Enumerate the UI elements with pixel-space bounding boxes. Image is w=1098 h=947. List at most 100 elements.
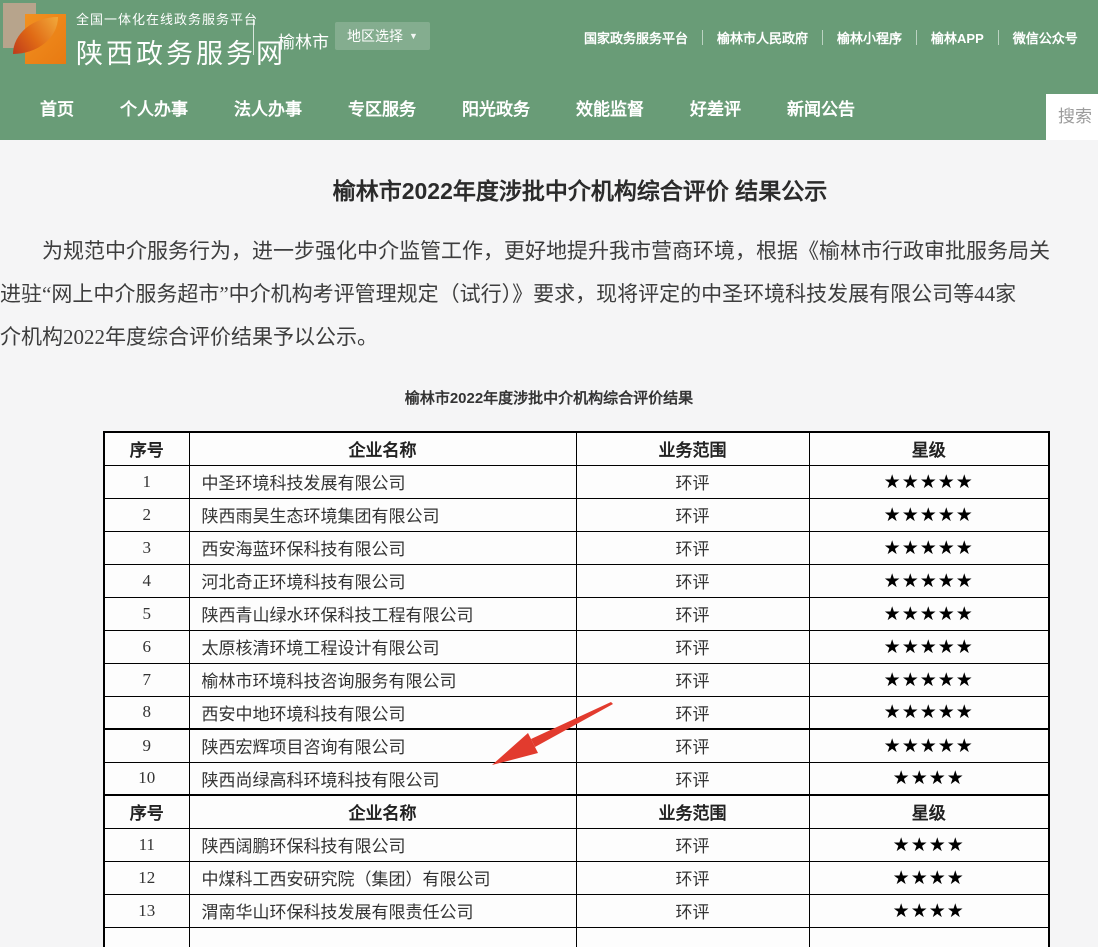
table-row: 9陕西宏辉项目咨询有限公司环评★★★★★ — [104, 729, 1049, 762]
current-city-label[interactable]: 榆林市 — [278, 28, 329, 53]
nav-item[interactable]: 个人办事 — [120, 95, 188, 120]
row-number-cell: 8 — [104, 696, 189, 729]
company-name-cell: 榆林市环境科技咨询服务有限公司 — [189, 663, 576, 696]
business-scope-cell: 环评 — [576, 597, 809, 630]
table-row: 7榆林市环境科技咨询服务有限公司环评★★★★★ — [104, 663, 1049, 696]
business-scope-cell: 环评 — [576, 531, 809, 564]
region-select-label: 地区选择 — [347, 26, 403, 46]
company-name-cell: 河北奇正环境科技有限公司 — [189, 564, 576, 597]
search-input[interactable] — [1046, 94, 1098, 140]
row-number-cell: 7 — [104, 663, 189, 696]
star-rating-cell: ★★★★★ — [809, 564, 1049, 597]
business-scope-cell: 环评 — [576, 861, 809, 894]
table-header-row: 序号企业名称业务范围星级 — [104, 795, 1049, 828]
row-number-cell: 1 — [104, 465, 189, 498]
nav-item[interactable]: 阳光政务 — [462, 95, 530, 120]
star-rating-cell: ★★★★ — [809, 762, 1049, 795]
table-row — [104, 927, 1049, 947]
star-rating-cell: ★★★★★ — [809, 531, 1049, 564]
header-link[interactable]: 榆林小程序 — [823, 28, 916, 47]
row-number-cell: 5 — [104, 597, 189, 630]
star-rating-cell: ★★★★★ — [809, 498, 1049, 531]
paragraph-line: 进驻“网上中介服务超市”中介机构考评管理规定（试行）》要求，现将评定的中圣环境科… — [0, 273, 1098, 316]
table-header-cell: 业务范围 — [576, 432, 809, 465]
row-number-cell: 2 — [104, 498, 189, 531]
table-row: 10陕西尚绿高科环境科技有限公司环评★★★★ — [104, 762, 1049, 795]
company-name-cell: 陕西青山绿水环保科技工程有限公司 — [189, 597, 576, 630]
row-number-cell: 6 — [104, 630, 189, 663]
nav-item[interactable]: 效能监督 — [576, 95, 644, 120]
star-rating-cell: ★★★★ — [809, 828, 1049, 861]
company-name-cell: 中圣环境科技发展有限公司 — [189, 465, 576, 498]
star-rating-cell: ★★★★★ — [809, 465, 1049, 498]
nav-item[interactable]: 专区服务 — [348, 95, 416, 120]
row-number-cell: 12 — [104, 861, 189, 894]
row-number-cell: 13 — [104, 894, 189, 927]
star-rating-cell — [809, 927, 1049, 947]
company-name-cell: 陕西阔鹏环保科技有限公司 — [189, 828, 576, 861]
site-header: 全国一体化在线政务服务平台 陕西政务服务网 榆林市 地区选择 ▼ 国家政务服务平… — [0, 0, 1098, 75]
business-scope-cell: 环评 — [576, 465, 809, 498]
region-select-button[interactable]: 地区选择 ▼ — [335, 22, 430, 50]
company-name-cell: 陕西尚绿高科环境科技有限公司 — [189, 762, 576, 795]
company-name-cell: 西安中地环境科技有限公司 — [189, 696, 576, 729]
nav-item[interactable]: 首页 — [40, 95, 74, 120]
page-title: 榆林市2022年度涉批中介机构综合评价 结果公示 — [0, 176, 1098, 206]
table-header-cell: 序号 — [104, 795, 189, 828]
header-link[interactable]: 榆林APP — [917, 28, 998, 47]
header-links: 国家政务服务平台榆林市人民政府榆林小程序榆林APP微信公众号注册 — [570, 0, 1098, 75]
table-header-cell: 企业名称 — [189, 432, 576, 465]
business-scope-cell: 环评 — [576, 828, 809, 861]
platform-tagline: 全国一体化在线政务服务平台 — [76, 9, 286, 28]
table-row: 1中圣环境科技发展有限公司环评★★★★★ — [104, 465, 1049, 498]
star-rating-cell: ★★★★★ — [809, 696, 1049, 729]
nav-item[interactable]: 新闻公告 — [787, 95, 855, 120]
table-header-cell: 序号 — [104, 432, 189, 465]
site-name[interactable]: 陕西政务服务网 — [76, 32, 286, 71]
business-scope-cell: 环评 — [576, 663, 809, 696]
header-link[interactable]: 微信公众号 — [999, 28, 1092, 47]
star-rating-cell: ★★★★★ — [809, 729, 1049, 762]
table-row: 8西安中地环境科技有限公司环评★★★★★ — [104, 696, 1049, 729]
business-scope-cell: 环评 — [576, 630, 809, 663]
star-rating-cell: ★★★★★ — [809, 597, 1049, 630]
company-name-cell: 太原核清环境工程设计有限公司 — [189, 630, 576, 663]
business-scope-cell: 环评 — [576, 894, 809, 927]
star-rating-cell: ★★★★ — [809, 861, 1049, 894]
table-row: 2陕西雨昊生态环境集团有限公司环评★★★★★ — [104, 498, 1049, 531]
row-number-cell: 3 — [104, 531, 189, 564]
table-row: 4河北奇正环境科技有限公司环评★★★★★ — [104, 564, 1049, 597]
star-rating-cell: ★★★★★ — [809, 630, 1049, 663]
table-header-cell: 星级 — [809, 432, 1049, 465]
row-number-cell: 9 — [104, 729, 189, 762]
business-scope-cell: 环评 — [576, 564, 809, 597]
row-number-cell — [104, 927, 189, 947]
header-link[interactable]: 榆林市人民政府 — [703, 28, 822, 47]
nav-item[interactable]: 法人办事 — [234, 95, 302, 120]
company-name-cell: 陕西宏辉项目咨询有限公司 — [189, 729, 576, 762]
announcement-article: 榆林市2022年度涉批中介机构综合评价 结果公示 为规范中介服务行为，进一步强化… — [0, 176, 1098, 947]
table-row: 5陕西青山绿水环保科技工程有限公司环评★★★★★ — [104, 597, 1049, 630]
business-scope-cell: 环评 — [576, 762, 809, 795]
business-scope-cell — [576, 927, 809, 947]
star-rating-cell: ★★★★ — [809, 894, 1049, 927]
site-logo-icon[interactable] — [3, 3, 67, 65]
table-header-cell: 星级 — [809, 795, 1049, 828]
chevron-down-icon: ▼ — [409, 31, 418, 41]
table-header-row: 序号企业名称业务范围星级 — [104, 432, 1049, 465]
announcement-paragraph: 为规范中介服务行为，进一步强化中介监管工作，更好地提升我市营商环境，根据《榆林市… — [0, 230, 1098, 359]
company-name-cell: 渭南华山环保科技发展有限责任公司 — [189, 894, 576, 927]
table-caption: 榆林市2022年度涉批中介机构综合评价结果 — [0, 389, 1098, 409]
row-number-cell: 4 — [104, 564, 189, 597]
business-scope-cell: 环评 — [576, 729, 809, 762]
company-name-cell: 西安海蓝环保科技有限公司 — [189, 531, 576, 564]
company-name-cell: 中煤科工西安研究院（集团）有限公司 — [189, 861, 576, 894]
table-row: 11陕西阔鹏环保科技有限公司环评★★★★ — [104, 828, 1049, 861]
table-row: 12中煤科工西安研究院（集团）有限公司环评★★★★ — [104, 861, 1049, 894]
header-link[interactable]: 国家政务服务平台 — [570, 28, 702, 47]
paragraph-line: 为规范中介服务行为，进一步强化中介监管工作，更好地提升我市营商环境，根据《榆林市… — [0, 230, 1098, 273]
brand-block: 全国一体化在线政务服务平台 陕西政务服务网 — [76, 9, 286, 71]
nav-item[interactable]: 好差评 — [690, 95, 741, 120]
company-name-cell: 陕西雨昊生态环境集团有限公司 — [189, 498, 576, 531]
row-number-cell: 10 — [104, 762, 189, 795]
